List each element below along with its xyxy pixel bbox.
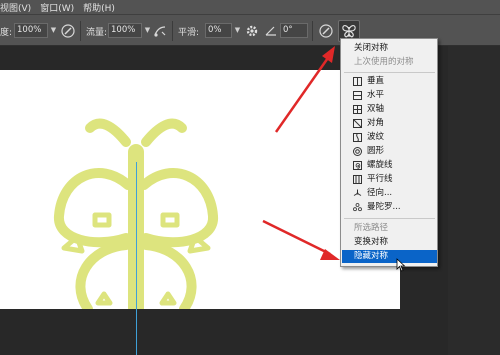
menu-item-label: 曼陀罗... xyxy=(367,202,401,212)
menu-item-vertical[interactable]: 垂直 xyxy=(342,75,437,88)
wavy-symmetry-icon xyxy=(353,133,362,142)
menu-item-hide-symmetry[interactable]: 隐藏对称 xyxy=(342,250,437,263)
menu-item-radial[interactable]: 径向... xyxy=(342,187,437,200)
horizontal-symmetry-icon xyxy=(353,91,362,100)
menu-item-label: 径向... xyxy=(367,188,393,198)
arrow-to-hide-symmetry xyxy=(262,219,340,260)
menu-item-label: 螺旋线 xyxy=(367,160,393,170)
menu-item-label: 对角 xyxy=(367,118,385,128)
menu-item-last-used-symmetry: 上次使用的对称 xyxy=(354,57,414,67)
menu-separator xyxy=(344,218,435,219)
menu-item-label: 平行线 xyxy=(367,174,393,184)
symmetry-dropdown-menu: 关闭对称 上次使用的对称 垂直 水平 双轴 对角 波纹 圆形 螺旋线 平行线 径… xyxy=(340,38,438,267)
dual-axis-symmetry-icon xyxy=(353,105,362,114)
mandala-symmetry-icon xyxy=(353,203,362,212)
menu-item-disable-symmetry[interactable]: 关闭对称 xyxy=(342,42,437,55)
radial-symmetry-icon xyxy=(353,189,362,196)
spiral-symmetry-icon xyxy=(353,161,362,170)
menu-item-label: 双轴 xyxy=(367,104,385,114)
arrow-to-symmetry-button xyxy=(274,46,335,133)
menu-item-horizontal[interactable]: 水平 xyxy=(342,89,437,102)
menu-item-spiral[interactable]: 螺旋线 xyxy=(342,159,437,172)
menu-item-label: 波纹 xyxy=(367,132,385,142)
menu-item-label: 圆形 xyxy=(367,146,385,156)
menu-item-diagonal[interactable]: 对角 xyxy=(342,117,437,130)
menu-item-selected-path: 所选路径 xyxy=(354,223,389,233)
menu-item-parallel-lines[interactable]: 平行线 xyxy=(342,173,437,186)
menu-item-circle[interactable]: 圆形 xyxy=(342,145,437,158)
mouse-cursor-icon xyxy=(396,258,406,272)
menu-item-wavy[interactable]: 波纹 xyxy=(342,131,437,144)
menu-item-label: 水平 xyxy=(367,90,385,100)
menu-item-dual-axis[interactable]: 双轴 xyxy=(342,103,437,116)
menu-item-transform-symmetry[interactable]: 变换对称 xyxy=(342,236,437,249)
circle-symmetry-icon xyxy=(353,147,362,156)
menu-item-mandala[interactable]: 曼陀罗... xyxy=(342,201,437,214)
menu-item-label: 垂直 xyxy=(367,76,385,86)
vertical-symmetry-icon xyxy=(353,77,362,86)
diagonal-symmetry-icon xyxy=(353,119,362,128)
menu-separator xyxy=(344,72,435,73)
parallel-lines-symmetry-icon xyxy=(353,175,362,184)
